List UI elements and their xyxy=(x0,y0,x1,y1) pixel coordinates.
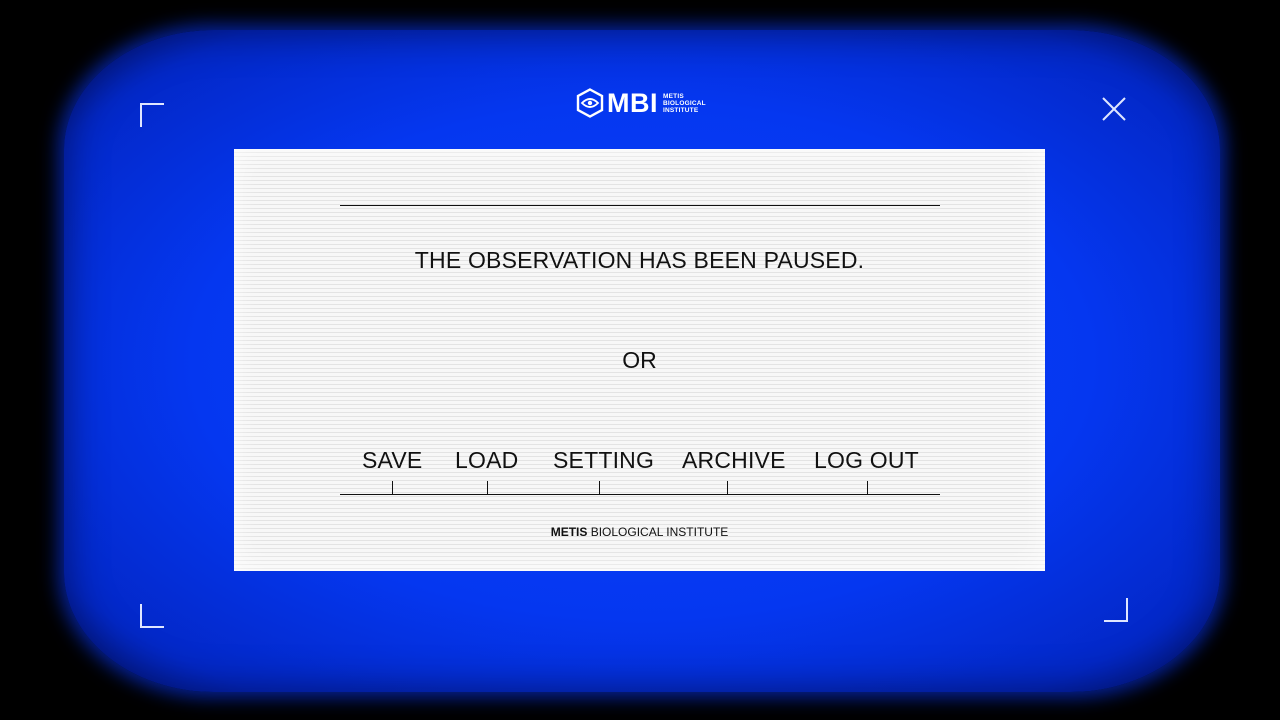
menu-tick-load xyxy=(487,481,488,494)
setting-button[interactable]: SETTING xyxy=(553,447,654,474)
close-icon xyxy=(1102,97,1126,121)
menu-tick-logout xyxy=(867,481,868,494)
save-button[interactable]: SAVE xyxy=(362,447,422,474)
corner-bracket-bottom-left xyxy=(140,604,164,628)
corner-bracket-top-left xyxy=(140,103,164,127)
archive-button[interactable]: ARCHIVE xyxy=(682,447,786,474)
or-label: OR xyxy=(622,347,657,373)
load-button[interactable]: LOAD xyxy=(455,447,518,474)
footer-rest: BIOLOGICAL INSTITUTE xyxy=(587,525,729,539)
game-screen: MBI METIS BIOLOGICAL INSTITUTE THE OBSER… xyxy=(0,0,1280,720)
logo-subtitle: METIS BIOLOGICAL INSTITUTE xyxy=(663,92,706,114)
menu-tick-save xyxy=(392,481,393,494)
menu-divider xyxy=(340,494,940,495)
footer-bold: METIS xyxy=(550,525,588,539)
menu-tick-setting xyxy=(599,481,600,494)
pause-message: THE OBSERVATION HAS BEEN PAUSED. xyxy=(414,247,865,273)
corner-bracket-bottom-right xyxy=(1104,598,1128,622)
hexagon-eye-icon xyxy=(576,88,604,118)
logo-wordmark: MBI xyxy=(607,87,658,118)
top-divider xyxy=(340,205,940,206)
mbi-logo: MBI METIS BIOLOGICAL INSTITUTE xyxy=(576,87,706,119)
close-button[interactable] xyxy=(1100,95,1128,123)
logout-button[interactable]: LOG OUT xyxy=(814,447,919,474)
pause-dialog: THE OBSERVATION HAS BEEN PAUSED. OR SAVE… xyxy=(234,149,1045,571)
menu-tick-archive xyxy=(727,481,728,494)
footer-text: METIS BIOLOGICAL INSTITUTE xyxy=(234,525,1045,539)
